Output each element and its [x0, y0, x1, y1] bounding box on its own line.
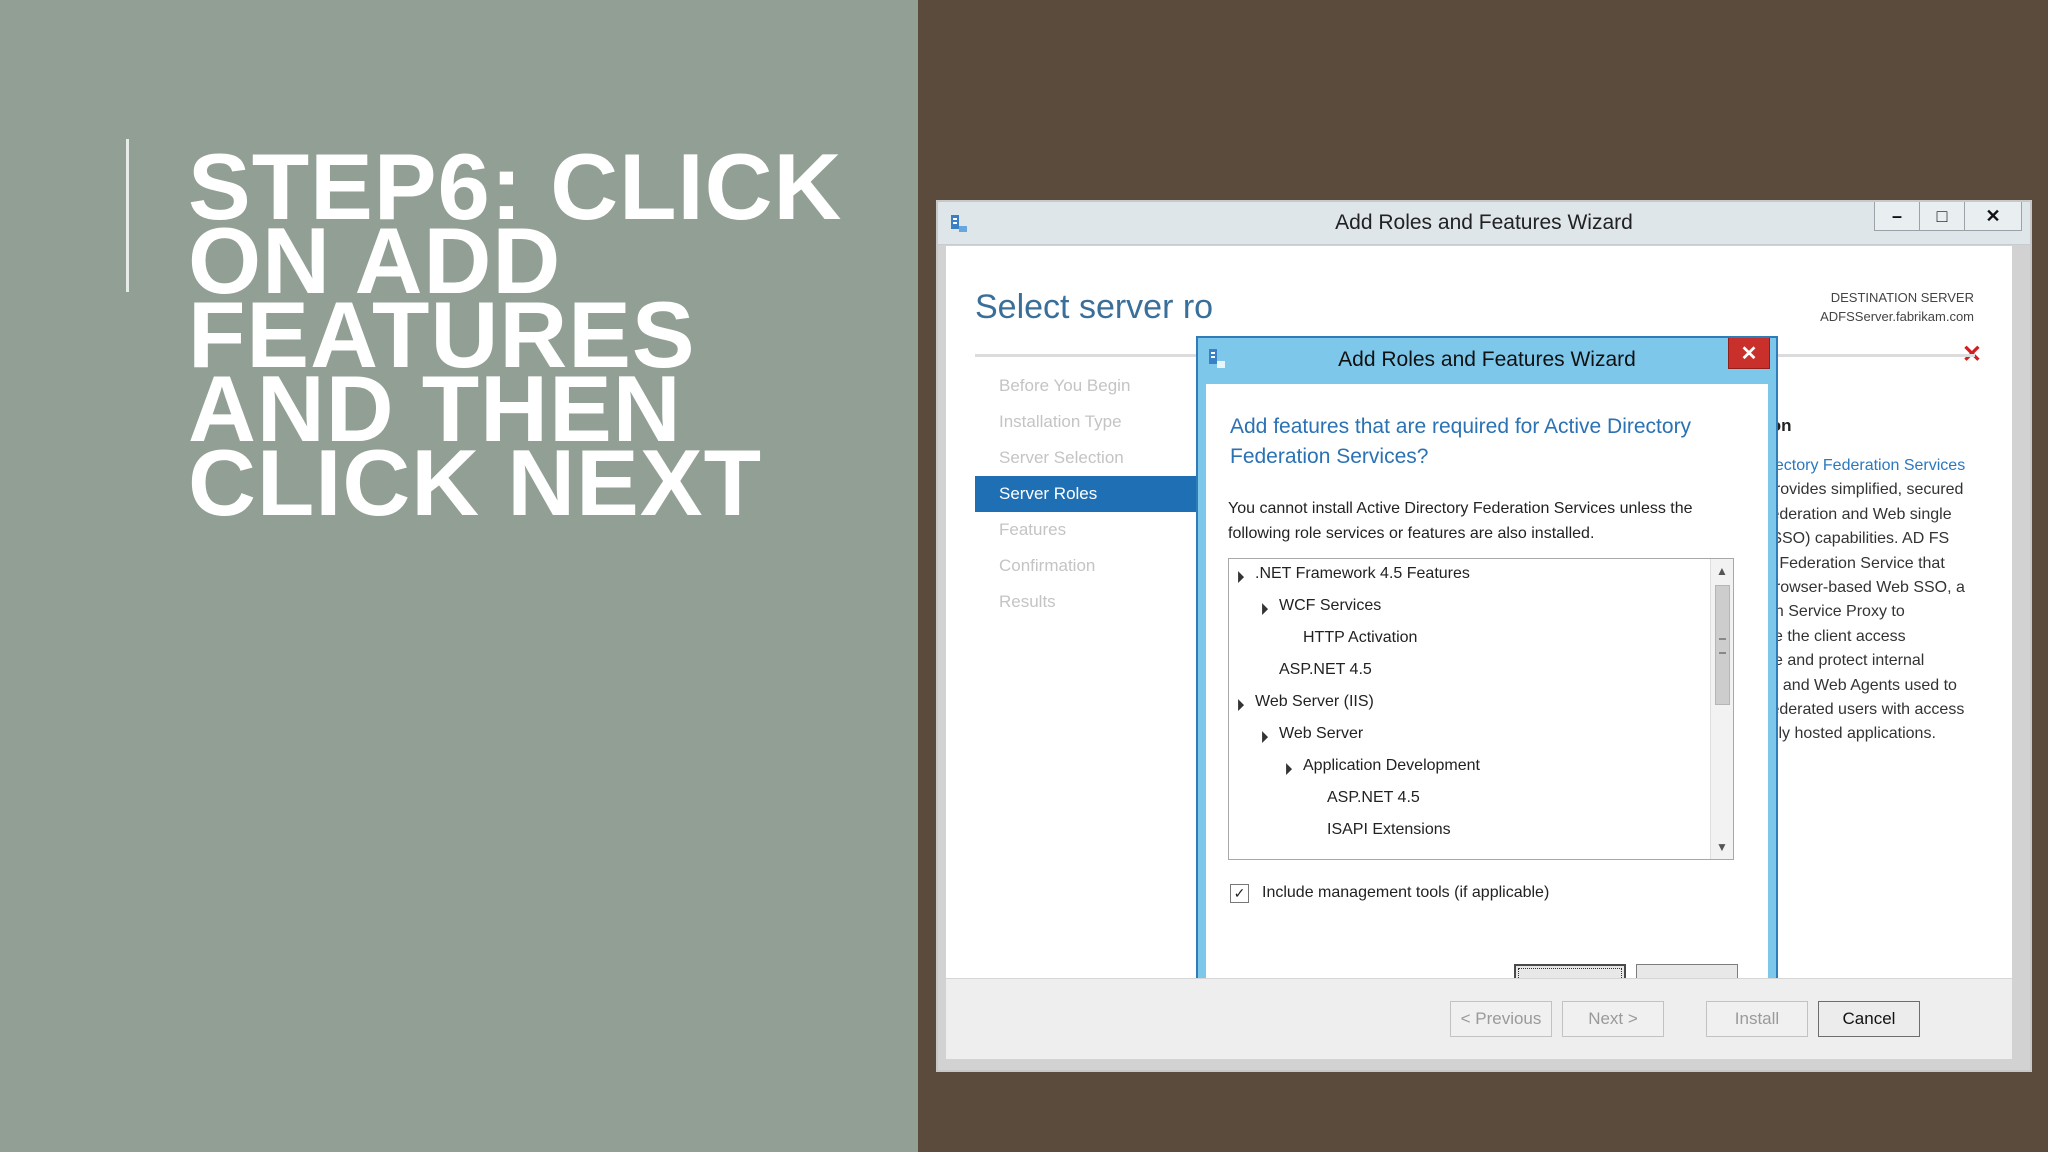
include-tools-checkbox[interactable]: ✓ — [1230, 883, 1249, 903]
window-title: Add Roles and Features Wizard — [1335, 211, 1633, 234]
page-title: Select server ro — [975, 288, 1214, 326]
tree-item[interactable]: HTTP Activation — [1303, 623, 1417, 653]
minimize-icon[interactable]: – — [1874, 202, 1920, 231]
cancel-button[interactable]: Cancel — [1818, 1001, 1920, 1037]
description-line: federated users with access — [1766, 701, 1965, 719]
nav-item-confirmation[interactable]: Confirmation — [975, 548, 1205, 584]
tree-item[interactable]: ◢ Web Server — [1255, 719, 1363, 749]
tree-item[interactable]: ISAPI Extensions — [1327, 815, 1451, 845]
window-titlebar: Add Roles and Features Wizard – □ ✕ — [938, 202, 2030, 245]
nav-item-before-you-begin[interactable]: Before You Begin — [975, 368, 1205, 404]
description-line: on Service Proxy to — [1766, 603, 1905, 621]
wizard-body: Select server ro DESTINATION SERVER ADFS… — [946, 246, 2012, 1014]
role-description: irectory Federation Services provides si… — [1766, 454, 1996, 747]
expand-triangle-icon[interactable]: ◢ — [1229, 559, 1256, 590]
scroll-up-icon[interactable]: ▲ — [1711, 559, 1733, 583]
dialog-message: You cannot install Active Directory Fede… — [1228, 500, 1693, 542]
nav-item-results[interactable]: Results — [975, 584, 1205, 620]
description-line[interactable]: irectory Federation Services — [1766, 454, 1996, 478]
description-line: ze the client access — [1766, 627, 1906, 645]
dialog-close-icon[interactable]: ✕ — [1728, 338, 1770, 369]
destination-server-name: ADFSServer.fabrikam.com — [1820, 309, 1974, 324]
scroll-down-icon[interactable]: ▼ — [1711, 835, 1733, 859]
maximize-icon[interactable]: □ — [1920, 202, 1965, 231]
description-line: ally hosted applications. — [1766, 725, 1936, 743]
tree-scrollbar[interactable]: ▲ ▼ — [1710, 559, 1733, 859]
install-button[interactable]: Install — [1706, 1001, 1808, 1037]
previous-button[interactable]: < Previous — [1450, 1001, 1552, 1037]
nav-item-server-selection[interactable]: Server Selection — [975, 440, 1205, 476]
include-tools-option[interactable]: ✓ Include management tools (if applicabl… — [1230, 880, 1549, 906]
destination-caption: DESTINATION SERVER — [1830, 290, 1974, 305]
window-controls: – □ ✕ — [1874, 202, 2022, 232]
scroll-thumb[interactable] — [1715, 585, 1730, 705]
description-line: ce and protect internal — [1766, 652, 1925, 670]
next-button[interactable]: Next > — [1562, 1001, 1664, 1037]
expand-triangle-icon[interactable]: ◢ — [1229, 687, 1256, 718]
slide-title: STEP6: CLICK ON ADD FEATURES AND THEN CL… — [188, 134, 843, 535]
description-line: (SSO) capabilities. AD FS — [1766, 530, 1950, 548]
left-panel: STEP6: CLICK ON ADD FEATURES AND THEN CL… — [0, 0, 918, 1152]
tree-item[interactable]: ◢ .NET Framework 4.5 Features — [1231, 559, 1470, 589]
wizard-footer: < Previous Next > Install Cancel — [946, 978, 2012, 1059]
include-tools-label: Include management tools (if applicable) — [1262, 884, 1550, 901]
description-line: a Federation Service that — [1766, 554, 1945, 572]
wizard-screenshot: Add Roles and Features Wizard – □ ✕ Sele… — [938, 202, 2030, 1070]
expand-triangle-icon[interactable]: ◢ — [1272, 751, 1303, 782]
tree-item[interactable]: ASP.NET 4.5 — [1327, 783, 1420, 813]
wizard-nav: Before You Begin Installation Type Serve… — [975, 368, 1205, 620]
nav-item-installation-type[interactable]: Installation Type — [975, 404, 1205, 440]
tree-item[interactable]: ◢ Application Development — [1279, 751, 1480, 781]
description-line: provides simplified, secured — [1766, 481, 1964, 499]
destination-server-label: DESTINATION SERVER ADFSServer.fabrikam.c… — [1820, 288, 1974, 326]
required-features-tree[interactable]: ◢ .NET Framework 4.5 Features ◢ WCF Servic… — [1228, 558, 1734, 860]
dialog-question: Add features that are required for Activ… — [1230, 415, 1692, 468]
tree-item[interactable]: ASP.NET 4.5 — [1279, 655, 1372, 685]
dialog-titlebar: Add Roles and Features Wizard ✕ — [1198, 338, 1776, 382]
tree-item[interactable]: ◢ WCF Services — [1255, 591, 1381, 621]
scroll-grip — [1719, 638, 1726, 654]
add-features-dialog: Add Roles and Features Wizard ✕ Add feat… — [1196, 336, 1778, 1014]
nav-item-features[interactable]: Features — [975, 512, 1205, 548]
dialog-title: Add Roles and Features Wizard — [1338, 348, 1636, 371]
description-line: s, and Web Agents used to — [1766, 676, 1957, 694]
nav-item-server-roles[interactable]: Server Roles — [975, 476, 1205, 512]
tree-item[interactable]: ◢ Web Server (IIS) — [1231, 687, 1374, 717]
expand-triangle-icon[interactable]: ◢ — [1248, 591, 1279, 622]
accent-line — [126, 139, 129, 292]
description-line: browser-based Web SSO, a — [1766, 579, 1965, 597]
close-icon[interactable]: ✕ — [1965, 202, 2022, 231]
expand-triangle-icon[interactable]: ◢ — [1248, 719, 1279, 750]
description-line: federation and Web single — [1766, 505, 1952, 523]
dialog-content: Add features that are required for Activ… — [1206, 384, 1768, 1008]
